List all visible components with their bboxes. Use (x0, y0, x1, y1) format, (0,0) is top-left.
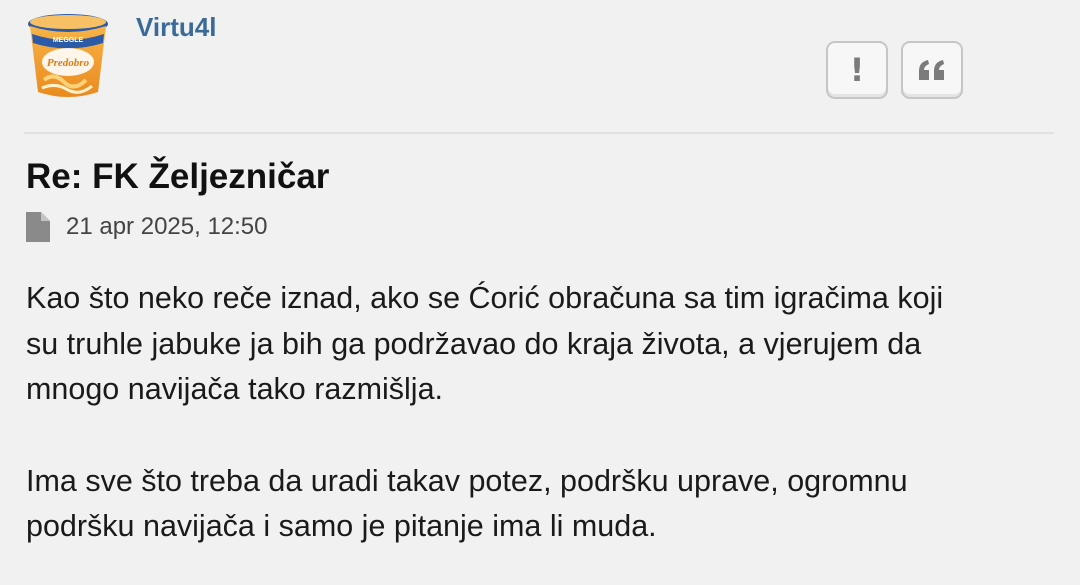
avatar-image: MEGGLE Predobro (24, 10, 112, 100)
avatar-brand-text: MEGGLE (53, 37, 84, 44)
post-author[interactable]: Virtu4l (136, 12, 216, 43)
post-content: Kao što neko reče iznad, ako se Ćorić ob… (26, 276, 1066, 550)
exclamation-icon: ! (849, 51, 865, 89)
file-icon (26, 212, 50, 242)
post-paragraph: Ima sve što treba da uradi takav potez, … (26, 463, 908, 544)
post-date[interactable]: 21 apr 2025, 12:50 (66, 213, 268, 241)
post-title[interactable]: Re: FK Željezničar (26, 157, 329, 197)
post-paragraph: Kao što neko reče iznad, ako se Ćorić ob… (26, 281, 944, 406)
quote-button[interactable] (901, 41, 963, 99)
avatar-product-text: Predobro (47, 57, 90, 69)
report-button[interactable]: ! (826, 41, 888, 99)
quote-icon (919, 60, 944, 80)
post-meta: 21 apr 2025, 12:50 (26, 212, 268, 242)
header-divider (24, 132, 1054, 134)
forum-post: MEGGLE Predobro Virtu4l ! Re: FK Željezn… (0, 0, 1080, 585)
avatar[interactable]: MEGGLE Predobro (24, 10, 112, 100)
